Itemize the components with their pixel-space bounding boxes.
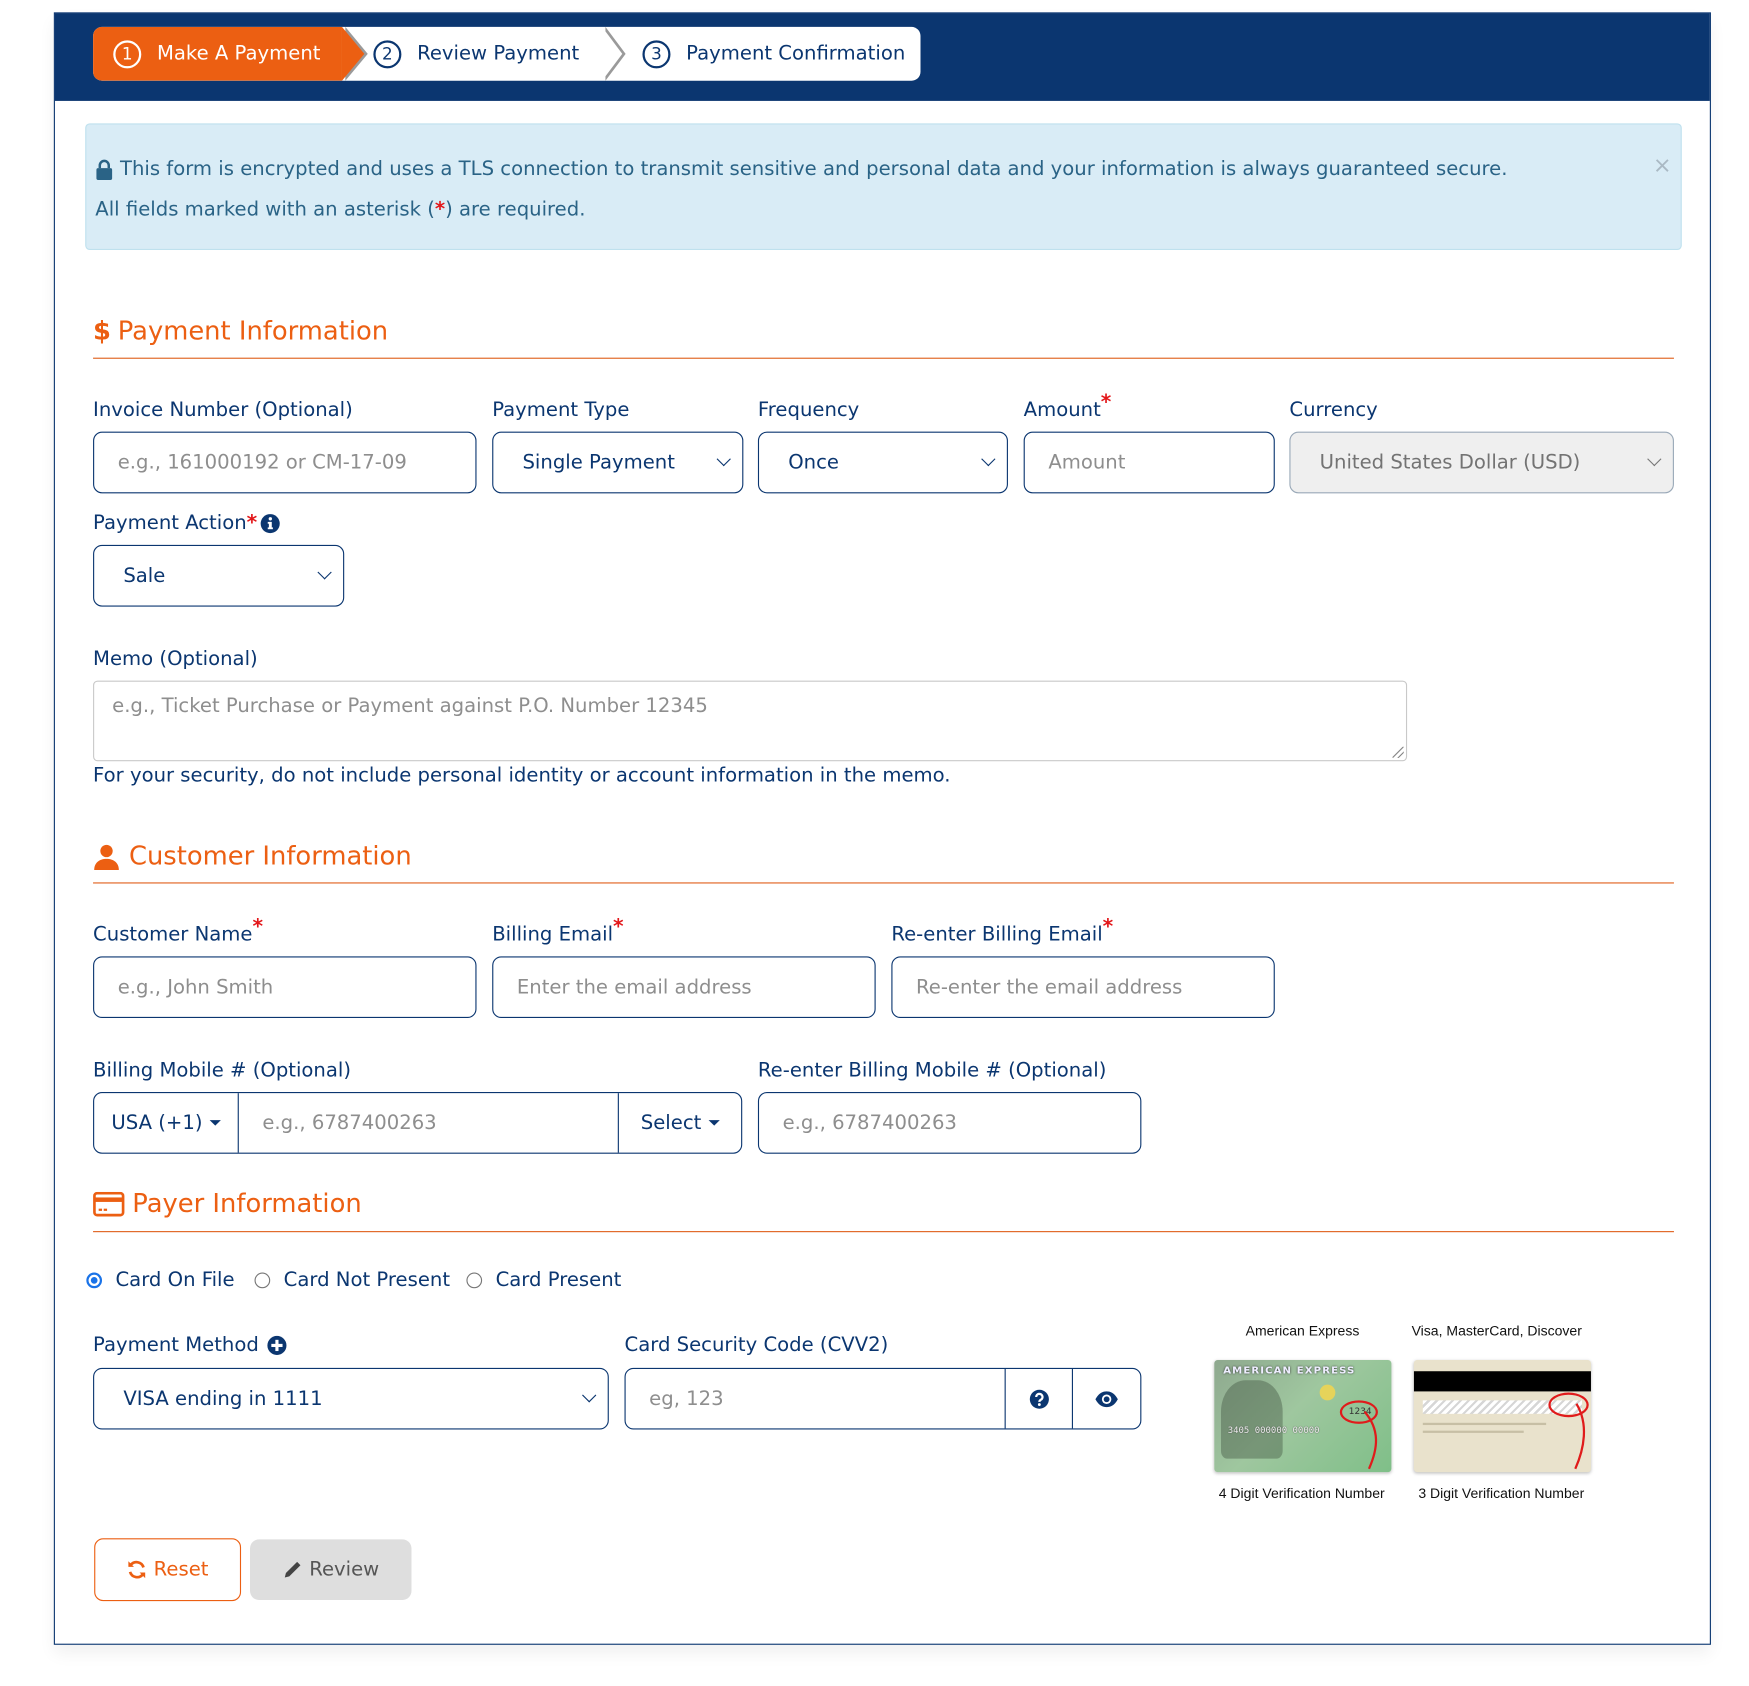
memo-textarea[interactable]: e.g., Ticket Purchase or Payment against… bbox=[93, 680, 1408, 762]
cvv-label: Card Security Code (CVV2) bbox=[624, 1334, 889, 1357]
chevron-down-icon bbox=[582, 1388, 597, 1403]
country-code-dropdown[interactable]: USA (+1) bbox=[94, 1093, 239, 1153]
caret-down-icon bbox=[708, 1120, 720, 1126]
divider bbox=[93, 882, 1674, 884]
billing-email-label: Billing Email* bbox=[492, 915, 624, 947]
payment-action-label: Payment Action * bbox=[93, 512, 281, 535]
reenter-mobile-label: Re-enter Billing Mobile # (Optional) bbox=[757, 1059, 1107, 1082]
payment-method-select[interactable]: VISA ending in 1111 bbox=[93, 1367, 609, 1430]
wizard-step-review-payment[interactable]: 2 Review Payment bbox=[342, 26, 626, 81]
radio-unchecked[interactable] bbox=[254, 1272, 271, 1289]
step-label: Payment Confirmation bbox=[686, 42, 906, 66]
chevron-down-icon bbox=[716, 451, 731, 467]
divider bbox=[93, 357, 1674, 359]
cvv-help-button[interactable] bbox=[1004, 1368, 1073, 1429]
reenter-email-input[interactable]: Re-enter the email address bbox=[891, 956, 1275, 1019]
payer-info-heading: Payer Information bbox=[93, 1190, 362, 1219]
chevron-down-icon bbox=[981, 451, 996, 467]
step-label: Review Payment bbox=[417, 42, 580, 66]
reset-button[interactable]: Reset bbox=[94, 1538, 242, 1602]
memo-label: Memo (Optional) bbox=[93, 648, 258, 671]
billing-mobile-label: Billing Mobile # (Optional) bbox=[93, 1059, 352, 1082]
resize-handle[interactable] bbox=[1392, 746, 1404, 758]
question-circle-icon bbox=[1029, 1389, 1049, 1409]
cvv-group: eg, 123 bbox=[624, 1367, 1142, 1430]
user-icon bbox=[94, 844, 119, 871]
step-number: 2 bbox=[373, 39, 402, 68]
reenter-email-label: Re-enter Billing Email* bbox=[891, 915, 1114, 947]
customer-name-label: Customer Name* bbox=[93, 915, 264, 947]
payment-type-select[interactable]: Single Payment bbox=[492, 431, 744, 494]
phone-type-dropdown[interactable]: Select bbox=[617, 1093, 741, 1153]
review-button[interactable]: Review bbox=[250, 1539, 412, 1600]
security-alert: This form is encrypted and uses a TLS co… bbox=[85, 123, 1682, 251]
amount-input[interactable]: Amount bbox=[1023, 431, 1275, 494]
billing-email-input[interactable]: Enter the email address bbox=[492, 956, 876, 1019]
cvv-input[interactable]: eg, 123 bbox=[626, 1369, 1005, 1428]
amex-caption: 4 Digit Verification Number bbox=[1218, 1485, 1385, 1502]
payment-info-heading: $ Payment Information bbox=[93, 317, 389, 347]
wizard-header: 1 Make A Payment 2 Review Payment 3 Paym… bbox=[54, 13, 1710, 101]
dollar-icon: $ bbox=[93, 317, 112, 347]
currency-select[interactable]: United States Dollar (USD) bbox=[1289, 431, 1674, 494]
close-icon[interactable]: × bbox=[1653, 151, 1672, 178]
caret-down-icon bbox=[209, 1120, 221, 1126]
invoice-input[interactable]: e.g., 161000192 or CM-17-09 bbox=[93, 431, 477, 494]
frequency-select[interactable]: Once bbox=[757, 431, 1008, 494]
radio-unchecked[interactable] bbox=[466, 1272, 483, 1289]
billing-mobile-group: USA (+1) e.g., 6787400263 Select bbox=[93, 1092, 743, 1154]
eye-icon bbox=[1095, 1390, 1118, 1407]
step-number: 3 bbox=[642, 39, 671, 68]
pencil-icon bbox=[284, 1561, 301, 1578]
radio-checked[interactable] bbox=[86, 1272, 103, 1289]
invoice-label: Invoice Number (Optional) bbox=[93, 399, 353, 422]
billing-mobile-input[interactable]: e.g., 6787400263 bbox=[239, 1093, 618, 1152]
chevron-down-icon bbox=[317, 565, 332, 580]
customer-name-input[interactable]: e.g., John Smith bbox=[93, 956, 477, 1019]
payment-form-panel: 1 Make A Payment 2 Review Payment 3 Paym… bbox=[53, 12, 1711, 1645]
frequency-label: Frequency bbox=[757, 399, 860, 422]
visa-caption: 3 Digit Verification Number bbox=[1418, 1485, 1585, 1502]
pointer-lines bbox=[1363, 1403, 1586, 1470]
wizard-steps: 1 Make A Payment 2 Review Payment 3 Paym… bbox=[93, 26, 921, 81]
payment-method-label: Payment Method bbox=[93, 1334, 287, 1357]
wizard-step-make-payment[interactable]: 1 Make A Payment bbox=[93, 26, 368, 81]
info-icon[interactable] bbox=[261, 514, 281, 534]
alert-text: This form is encrypted and uses a TLS co… bbox=[119, 158, 1508, 181]
reenter-mobile-input[interactable]: e.g., 6787400263 bbox=[757, 1092, 1142, 1154]
wizard-step-payment-confirmation[interactable]: 3 Payment Confirmation bbox=[602, 27, 905, 81]
currency-label: Currency bbox=[1289, 399, 1378, 422]
payment-action-select[interactable]: Sale bbox=[93, 544, 345, 607]
step-number: 1 bbox=[113, 39, 142, 68]
radio-card-not-present[interactable]: Card Not Present bbox=[254, 1269, 450, 1292]
divider bbox=[93, 1231, 1674, 1233]
chevron-down-icon bbox=[1647, 451, 1662, 467]
alert-required-note: All fields marked with an asterisk (*) a… bbox=[95, 198, 586, 221]
cvv-toggle-visibility-button[interactable] bbox=[1071, 1368, 1140, 1429]
step-label: Make A Payment bbox=[156, 42, 321, 66]
lock-icon bbox=[96, 159, 113, 180]
radio-card-present[interactable]: Card Present bbox=[466, 1269, 621, 1292]
memo-hint: For your security, do not include person… bbox=[93, 764, 951, 788]
credit-card-icon bbox=[93, 1191, 125, 1217]
customer-info-heading: Customer Information bbox=[93, 842, 412, 871]
payment-type-label: Payment Type bbox=[492, 399, 630, 422]
amount-label: Amount* bbox=[1023, 390, 1112, 422]
radio-card-on-file[interactable]: Card On File bbox=[86, 1269, 235, 1292]
add-circle-icon[interactable] bbox=[267, 1335, 287, 1355]
refresh-icon bbox=[128, 1560, 146, 1579]
cvv-location-illustration: American Express Visa, MasterCard, Disco… bbox=[1214, 1323, 1595, 1502]
